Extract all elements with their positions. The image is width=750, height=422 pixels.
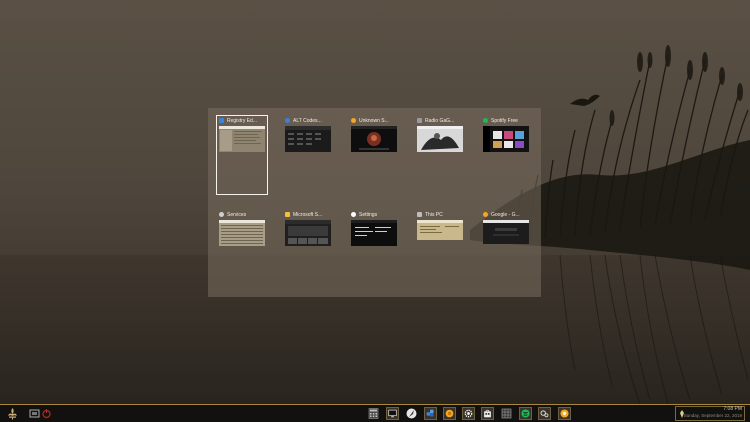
registry-icon[interactable] — [424, 407, 437, 420]
quill-icon[interactable] — [405, 407, 418, 420]
window-tile-services[interactable]: Services — [217, 210, 267, 260]
services-icon — [219, 212, 224, 217]
window-icon — [417, 118, 422, 123]
clock-date[interactable]: Sunday, September 22, 2019 — [684, 413, 742, 418]
power-icon[interactable] — [40, 407, 53, 420]
window-thumbnail — [351, 126, 397, 152]
window-tile-settings[interactable]: Settings — [349, 210, 399, 260]
window-tile-google[interactable]: Google - G... — [481, 210, 531, 260]
computer-icon — [417, 212, 422, 217]
window-tile-label: Google - G... — [491, 211, 520, 218]
window-tile-label: Spotify Free — [491, 117, 518, 124]
window-thumbnail — [285, 126, 331, 152]
store-icon[interactable] — [481, 407, 494, 420]
calculator-icon[interactable] — [367, 407, 380, 420]
window-tile-label: Registry Ed... — [227, 117, 258, 124]
window-thumbnail — [483, 126, 529, 152]
window-tile-label: ALT Codes... — [293, 117, 322, 124]
window-tile-this-pc[interactable]: This PC — [415, 210, 465, 260]
window-tile-label: Services — [227, 211, 247, 218]
window-tile-label: Unknown S... — [359, 117, 389, 124]
window-thumbnail — [417, 126, 463, 152]
window-tile-label: This PC — [425, 211, 443, 218]
spreadsheet-icon[interactable] — [500, 407, 513, 420]
window-tile-registry-editor[interactable]: Registry Ed... — [216, 115, 268, 195]
store-icon — [285, 212, 290, 217]
google-icon[interactable] — [558, 407, 571, 420]
window-thumbnail — [219, 126, 265, 152]
window-tile-radio[interactable]: Radio GaG... — [415, 116, 465, 166]
window-tile-spotify[interactable]: Spotify Free — [481, 116, 531, 166]
services-icon[interactable] — [538, 407, 551, 420]
window-tile-label: Radio GaG... — [425, 117, 455, 124]
window-thumbnail — [483, 220, 529, 244]
media-icon — [351, 118, 356, 123]
window-tile-unknown[interactable]: Unknown S... — [349, 116, 399, 166]
clock-time[interactable]: 7:08 PM — [723, 406, 742, 412]
media-icon[interactable] — [443, 407, 456, 420]
task-switcher: Registry Ed... ALT Codes... Unknown S... — [208, 108, 541, 297]
window-tile-microsoft-store[interactable]: Microsoft S... — [283, 210, 333, 260]
fleur-de-lis-icon[interactable] — [6, 407, 19, 420]
window-tile-label: Settings — [359, 211, 378, 218]
taskbar: 7:08 PM Sunday, September 22, 2019 — [0, 404, 750, 422]
gear-icon[interactable] — [462, 407, 475, 420]
spotify-icon — [483, 118, 488, 123]
window-thumbnail — [417, 220, 463, 240]
browser-icon — [285, 118, 290, 123]
registry-icon — [219, 118, 224, 123]
monitor-icon[interactable] — [386, 407, 399, 420]
window-tile-label: Microsoft S... — [293, 211, 323, 218]
gear-icon — [351, 212, 356, 217]
window-thumbnail — [285, 220, 331, 246]
google-icon — [483, 212, 488, 217]
window-thumbnail — [219, 220, 265, 246]
spotify-icon[interactable] — [519, 407, 532, 420]
window-tile-alt-codes[interactable]: ALT Codes... — [283, 116, 333, 166]
window-thumbnail — [351, 220, 397, 246]
